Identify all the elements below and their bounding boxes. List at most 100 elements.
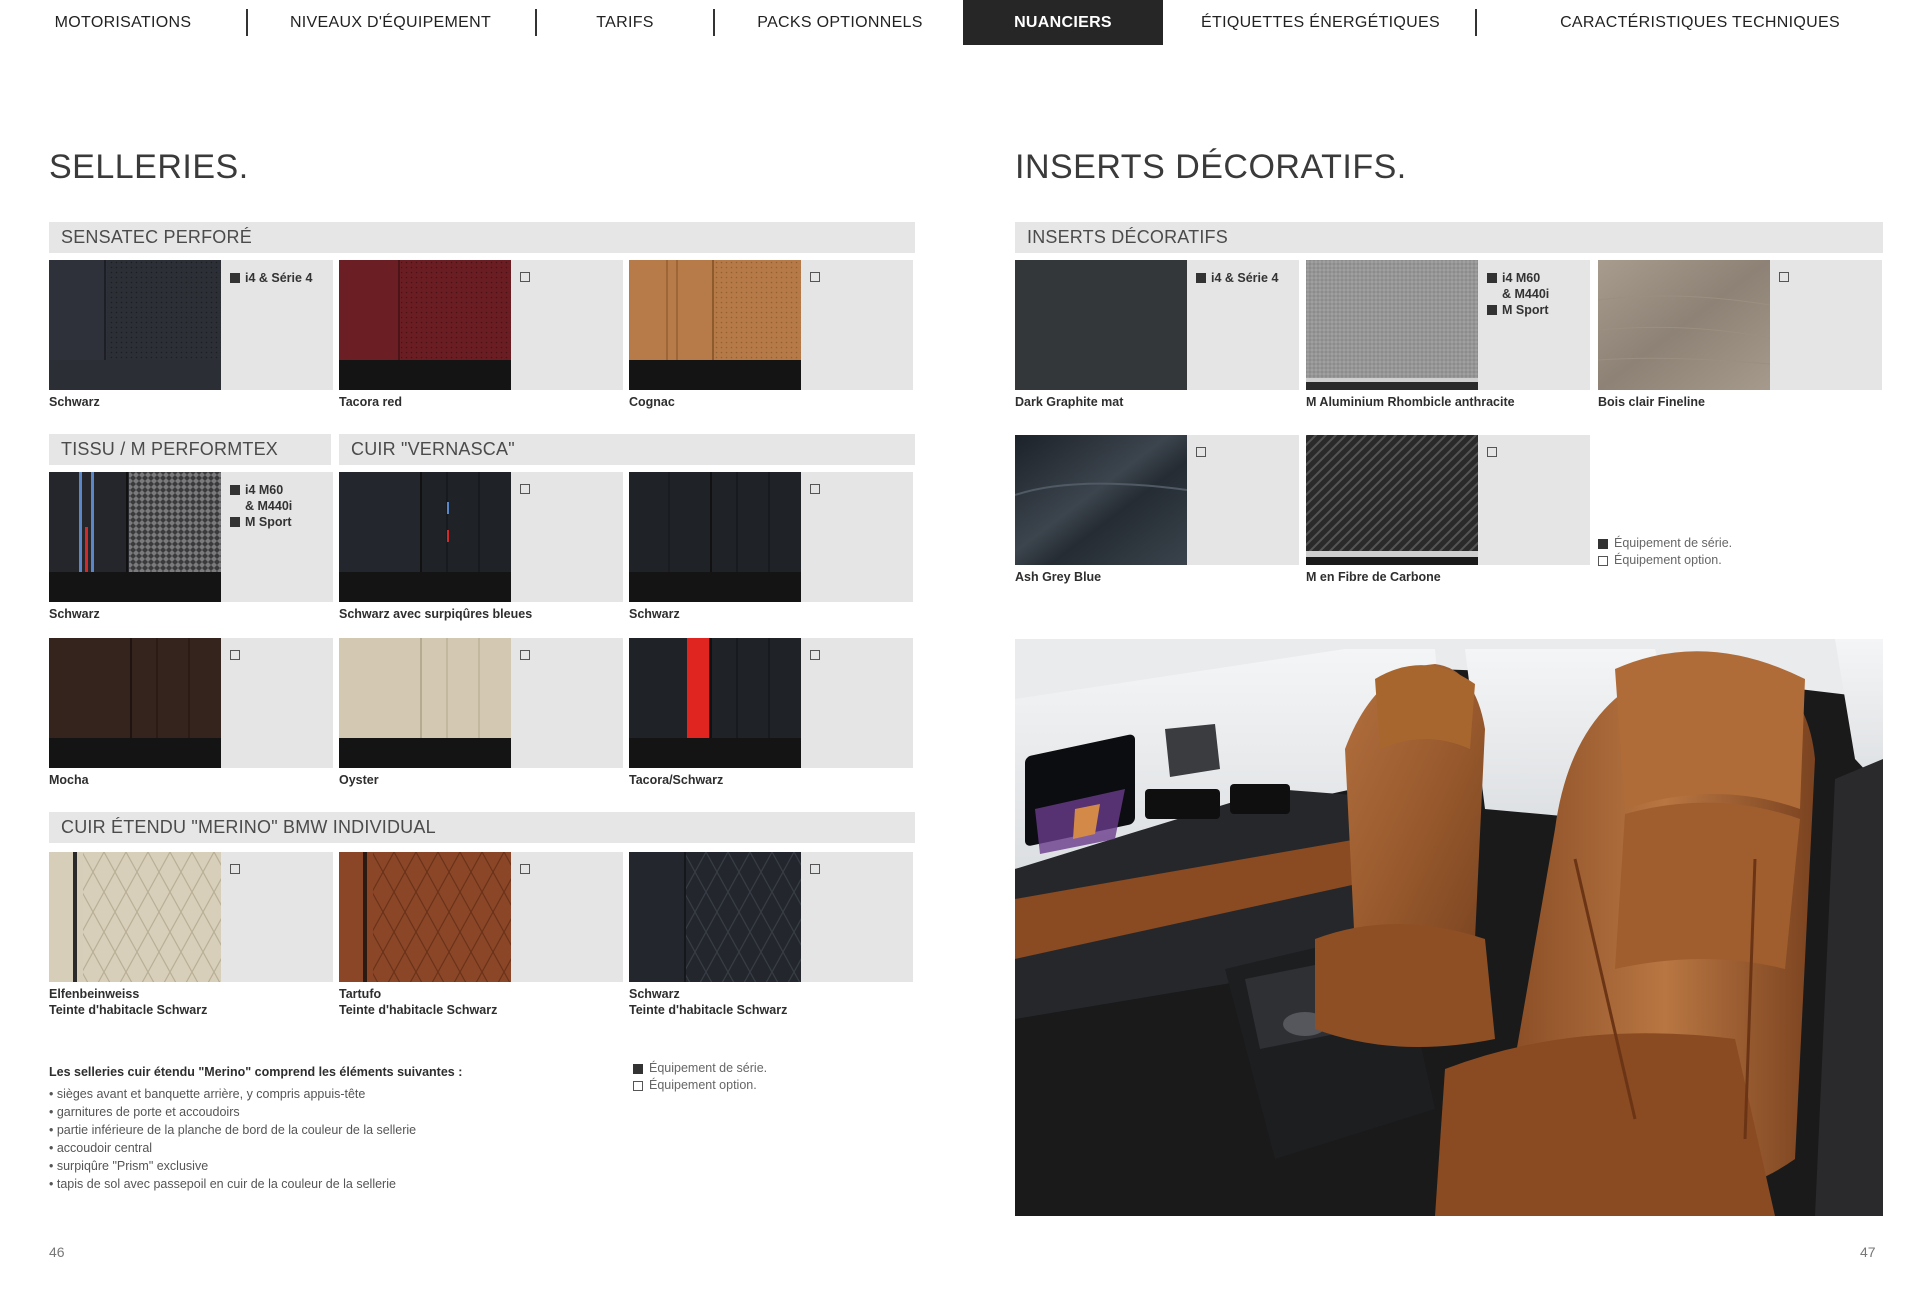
swatch-image [49,638,221,768]
list-item: surpiqûre "Prism" exclusive [49,1157,462,1175]
legend-right: Équipement de série. Équipement option. [1598,535,1732,569]
option-square-icon [810,484,820,494]
swatch-image [339,638,511,768]
swatch-card-cognac[interactable] [629,260,913,390]
swatch-card-schwarz-surpiqures-bleues[interactable] [339,472,623,602]
option-square-icon [520,272,530,282]
insert-caption: M en Fibre de Carbone [1306,570,1441,584]
option-square-icon [230,650,240,660]
swatch-image [1015,435,1187,565]
swatch-card-schwarz-performtex[interactable]: i4 M60 & M440i M Sport [49,472,333,602]
option-square-icon [810,864,820,874]
swatch-image [1306,435,1478,565]
nav-divider [713,9,715,36]
swatch-image [49,260,221,390]
swatch-image [629,638,801,768]
tab-niveaux-equipement[interactable]: NIVEAUX D'ÉQUIPEMENT [278,0,503,45]
swatch-image [1306,260,1478,390]
page-title-selleries: SELLERIES. [49,148,249,186]
option-square-icon [633,1080,643,1091]
option-square-icon [520,484,530,494]
tab-etiquettes-energetiques[interactable]: ÉTIQUETTES ÉNERGÉTIQUES [1183,0,1458,45]
swatch-card-schwarz-merino[interactable] [629,852,913,982]
list-item: sièges avant et banquette arrière, y com… [49,1085,462,1103]
swatch-card-oyster[interactable] [339,638,623,768]
equipment-tag: i4 M60 & M440i M Sport [230,482,292,530]
list-item: partie inférieure de la planche de bord … [49,1121,462,1139]
option-tag [1779,270,1789,286]
insert-card-aluminium-rhombicle[interactable]: i4 M60 & M440i M Sport [1306,260,1590,390]
option-square-icon [230,864,240,874]
tab-tarifs[interactable]: TARIFS [560,0,690,45]
swatch-caption: Oyster [339,773,379,787]
tab-nuanciers[interactable]: NUANCIERS [963,0,1163,45]
swatch-card-mocha[interactable] [49,638,333,768]
nav-divider [535,9,537,36]
option-tag [230,862,240,878]
option-square-icon [520,650,530,660]
section-inserts-decoratifs: INSERTS DÉCORATIFS [1015,222,1883,253]
section-sensatec-perfore: SENSATEC PERFORÉ [49,222,915,253]
option-tag [520,862,530,878]
option-tag [810,862,820,878]
page-title-inserts-decoratifs: INSERTS DÉCORATIFS. [1015,148,1407,186]
swatch-image [1598,260,1770,390]
insert-card-bois-clair-fineline[interactable] [1598,260,1882,390]
standard-square-icon [1487,305,1497,315]
option-square-icon [1779,272,1789,282]
standard-square-icon [230,517,240,527]
swatch-card-tacora-red[interactable] [339,260,623,390]
option-tag [520,270,530,286]
option-tag [1487,445,1497,461]
swatch-image [339,852,511,982]
insert-card-ash-grey-blue[interactable] [1015,435,1299,565]
option-square-icon [810,650,820,660]
standard-square-icon [633,1063,643,1074]
nav-divider [1475,9,1477,36]
page-number-right: 47 [1860,1244,1876,1260]
swatch-image [629,852,801,982]
standard-square-icon [1598,538,1608,549]
swatch-image [339,260,511,390]
legend-left: Équipement de série. Équipement option. [633,1060,767,1094]
standard-square-icon [1196,273,1206,283]
swatch-caption: Schwarz avec surpiqûres bleues [339,607,533,621]
swatch-image [1015,260,1187,390]
swatch-image [629,472,801,602]
swatch-caption: Schwarz [629,607,680,621]
option-square-icon [520,864,530,874]
list-item: tapis de sol avec passepoil en cuir de l… [49,1175,462,1193]
option-square-icon [1487,447,1497,457]
swatch-card-tacora-schwarz[interactable] [629,638,913,768]
list-item: accoudoir central [49,1139,462,1157]
tab-caracteristiques-techniques[interactable]: CARACTÉRISTIQUES TECHNIQUES [1540,0,1860,45]
swatch-card-schwarz-vernasca[interactable] [629,472,913,602]
section-cuir-etendu-merino: CUIR ÉTENDU "MERINO" BMW INDIVIDUAL [49,812,915,843]
tab-packs-optionnels[interactable]: PACKS OPTIONNELS [740,0,940,45]
swatch-caption: Tacora/Schwarz [629,773,724,787]
insert-caption: Dark Graphite mat [1015,395,1124,409]
insert-card-dark-graphite[interactable]: i4 & Série 4 [1015,260,1299,390]
nav-divider [246,9,248,36]
swatch-card-schwarz-sensatec[interactable]: i4 & Série 4 [49,260,333,390]
swatch-image [339,472,511,602]
swatch-caption: Mocha [49,773,89,787]
swatch-caption: Tacora red [339,395,402,409]
swatch-card-tartufo[interactable] [339,852,623,982]
standard-square-icon [230,273,240,283]
swatch-caption: Elfenbeinweiss Teinte d'habitacle Schwarz [49,987,208,1017]
section-tissu-performtex: TISSU / M PERFORMTEX [49,434,331,465]
swatch-card-elfenbeinweiss[interactable] [49,852,333,982]
swatch-caption: Schwarz [49,395,100,409]
interior-photo [1015,639,1883,1216]
merino-notes: Les selleries cuir étendu "Merino" compr… [49,1063,462,1193]
standard-square-icon [230,485,240,495]
equipment-tag: i4 & Série 4 [1196,270,1278,286]
tab-motorisations[interactable]: MOTORISATIONS [28,0,218,45]
option-tag [520,482,530,498]
option-tag [810,648,820,664]
swatch-image [49,852,221,982]
insert-card-fibre-de-carbone[interactable] [1306,435,1590,565]
standard-square-icon [1487,273,1497,283]
option-tag [810,482,820,498]
